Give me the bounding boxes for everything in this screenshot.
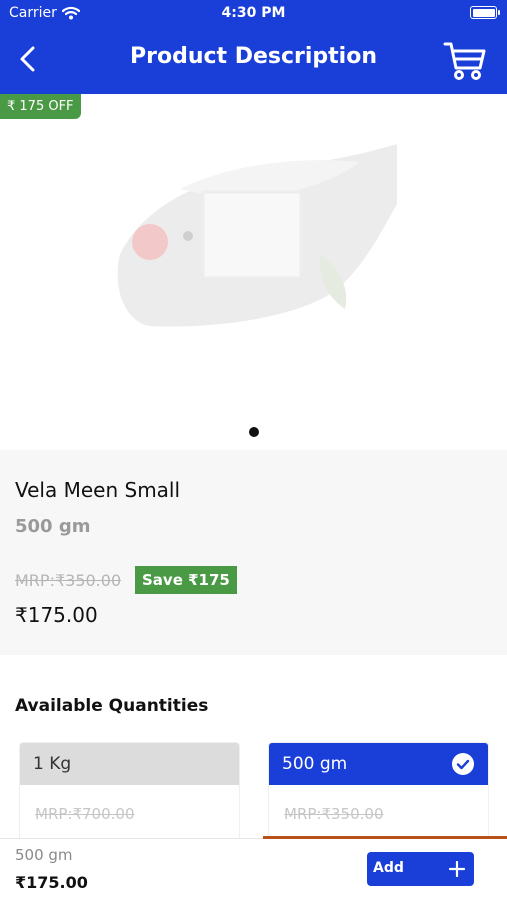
product-image-carousel[interactable] — [0, 94, 507, 450]
quantity-option-mrp: MRP:₹350.00 — [284, 805, 384, 823]
check-icon — [452, 753, 474, 775]
battery-icon — [470, 6, 500, 19]
product-price: ₹175.00 — [15, 603, 98, 627]
product-mrp: MRP:₹350.00 — [15, 571, 122, 590]
page-title: Product Description — [129, 44, 377, 69]
quantity-option-mrp: MRP:₹700.00 — [35, 805, 135, 823]
plus-icon — [449, 861, 465, 877]
available-quantities-title: Available Quantities — [15, 696, 209, 716]
add-button-label: Add — [373, 860, 404, 876]
carousel-page-indicator[interactable] — [249, 427, 259, 437]
status-time: 4:30 PM — [221, 5, 286, 21]
cart-button[interactable] — [443, 40, 487, 82]
bottom-weight: 500 gm — [15, 846, 73, 864]
discount-badge: ₹ 175 OFF — [0, 94, 81, 119]
product-weight: 500 gm — [15, 516, 91, 537]
add-button[interactable]: Add — [367, 852, 474, 886]
quantity-option-label: 1 Kg — [20, 743, 239, 785]
product-image — [117, 144, 397, 327]
status-bar: Carrier 4:30 PM — [0, 0, 507, 28]
product-name: Vela Meen Small — [15, 478, 181, 502]
quantity-option-1kg[interactable]: 1 Kg MRP:₹700.00 — [19, 742, 240, 842]
cart-icon — [443, 42, 486, 80]
bottom-accent-line — [263, 836, 507, 839]
bottom-price: ₹175.00 — [15, 873, 88, 892]
save-badge: Save ₹175 — [135, 566, 237, 594]
quantity-option-500gm[interactable]: 500 gm MRP:₹350.00 — [268, 742, 489, 842]
